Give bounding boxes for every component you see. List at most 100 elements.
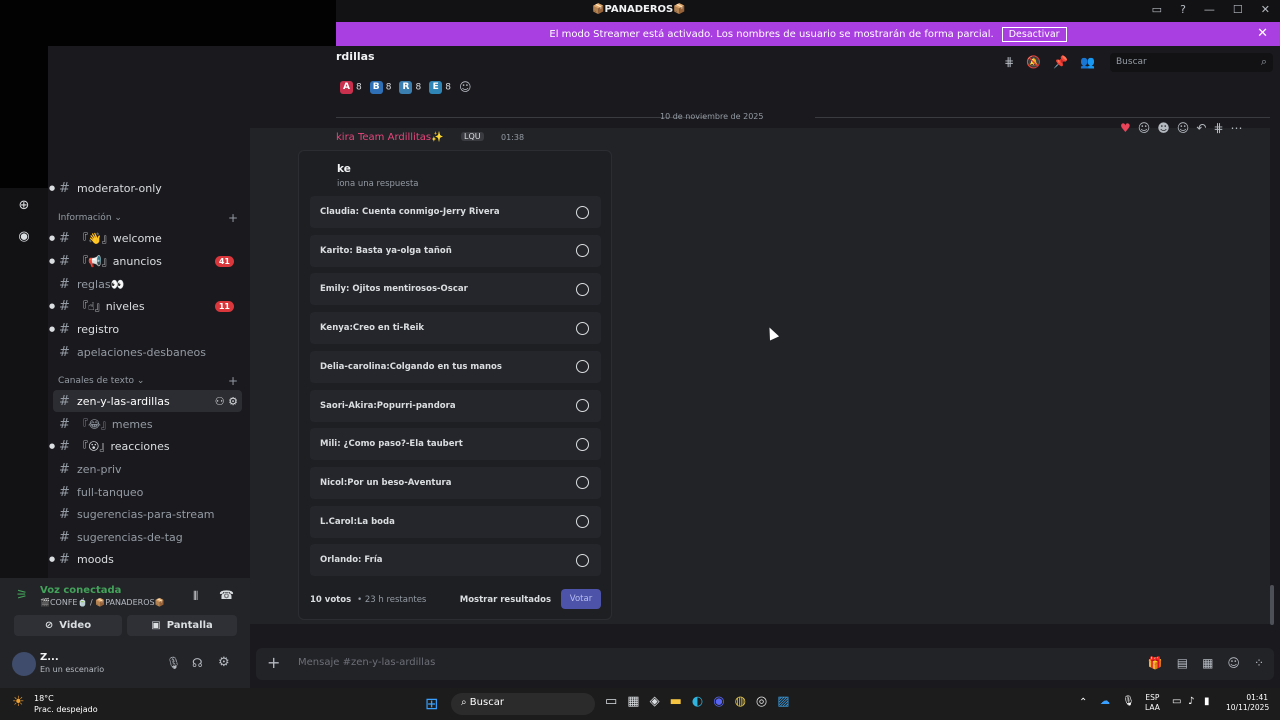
app-icon[interactable]: ▨ [777,694,789,709]
voice-channel[interactable]: 🎬CONFE🍵 / 📦PANADEROS📦 [40,598,165,607]
category-informacion[interactable]: Información ⌄ [58,213,122,223]
battery-icon[interactable]: ▮ [1204,696,1210,707]
poll-option[interactable]: Delia-carolina:Colgando en tus manos [310,350,601,383]
scrollbar[interactable] [1270,585,1274,625]
more-icon[interactable]: ⋯ [1230,121,1242,135]
poll-option[interactable]: Saori-Akira:Popurri-pandora [310,389,601,422]
threads-icon[interactable]: ⋕ [1004,55,1014,69]
emoji-reaction-icon[interactable]: ☺ [1138,121,1151,135]
deactivate-button[interactable]: Desactivar [1001,26,1067,42]
member-list-icon[interactable]: 👥 [1080,55,1095,69]
disconnect-icon[interactable]: ☎ [219,588,234,602]
heart-reaction-icon[interactable]: ♥ [1120,121,1131,135]
file-explorer-icon[interactable]: ▬ [670,694,682,709]
role-count[interactable]: E8 [429,80,451,94]
add-channel-icon[interactable]: + [228,374,238,388]
channel-item[interactable]: # zen-y-las-ardillas ⚇ ⚙ [53,390,242,412]
category-canales-de-texto[interactable]: Canales de texto ⌄ [58,376,144,386]
invite-icon[interactable]: ⚇ [215,395,225,408]
sticker-icon[interactable]: ▦ [1202,656,1213,670]
network-icon[interactable]: ▭ [1172,696,1181,707]
gift-icon[interactable]: 🎁 [1148,656,1163,670]
channel-item[interactable]: # zen-priv [53,458,242,480]
message-author[interactable]: kira Team Ardillitas✨ [336,132,444,143]
channel-item[interactable]: # full-tanqueo [53,481,242,503]
role-count[interactable]: R8 [399,80,421,94]
add-reaction-icon[interactable]: ☺ [1177,121,1190,135]
discord-icon[interactable]: ◉ [713,694,724,709]
poll-option[interactable]: Orlando: Fría [310,544,601,577]
weather-icon[interactable]: ☀ [12,694,25,710]
copilot-icon[interactable]: ◈ [650,694,660,709]
mic-icon[interactable]: 🎙 [1122,696,1135,707]
help-icon[interactable]: ? [1180,3,1186,16]
voice-status[interactable]: Voz conectada [40,585,121,596]
taskbar-search[interactable]: ⌕ Buscar [451,693,595,715]
add-reaction-icon[interactable]: ☺ [459,80,472,94]
gear-icon[interactable]: ⚙ [228,395,238,408]
channel-item[interactable]: ● # 『😮』reacciones [49,435,242,457]
soundboard-icon[interactable]: ⦀ [193,589,198,604]
close-window-button[interactable]: ✕ [1261,3,1270,16]
vote-button[interactable]: Votar [561,589,601,609]
onedrive-icon[interactable]: ☁ [1100,696,1110,707]
poll-option[interactable]: Kenya:Creo en ti-Reik [310,312,601,345]
channel-item[interactable]: ● # 『☝』niveles 11 [49,295,242,317]
maximize-button[interactable]: ☐ [1233,3,1243,16]
role-count[interactable]: A8 [340,80,362,94]
poll-option[interactable]: Claudia: Cuenta conmigo-Jerry Rivera [310,196,601,228]
clock[interactable]: 01:41 10/11/2025 [1226,693,1269,713]
minimize-button[interactable]: — [1204,3,1215,16]
radio-button[interactable] [576,399,589,412]
radio-button[interactable] [576,205,589,219]
radio-button[interactable] [576,321,589,335]
discover-icon[interactable]: ◉ [15,227,33,245]
channel-item[interactable]: # apelaciones-desbaneos [53,341,242,363]
role-count[interactable]: B8 [369,80,391,94]
poll-option[interactable]: Nicol:Por un beso-Aventura [310,466,601,499]
microphone-icon[interactable]: 🎙 [166,656,181,670]
radio-button[interactable] [576,476,589,490]
edge-icon[interactable]: ◐ [692,694,703,709]
radio-button[interactable] [576,360,589,374]
close-icon[interactable]: ✕ [1257,26,1268,41]
channel-item[interactable]: # sugerencias-de-tag [53,526,242,548]
start-windows-icon[interactable]: ⊞ [425,694,438,713]
inbox-icon[interactable]: ▭ [1152,3,1162,16]
attach-plus-icon[interactable]: + [267,653,280,672]
language-indicator[interactable]: ESP LAA [1145,693,1160,713]
channel-item[interactable]: # reglas👀 [53,273,242,295]
search-input[interactable]: Buscar ⌕ [1110,53,1273,72]
channel-item[interactable]: ● # registro [49,318,242,340]
video-button[interactable]: ⊘ Video [14,615,122,636]
radio-button[interactable] [576,437,589,451]
reply-icon[interactable]: ↶ [1196,121,1206,135]
notifications-off-icon[interactable]: 🔕 [1026,55,1041,69]
add-server-icon[interactable]: ⊕ [15,196,33,214]
radio-button[interactable] [576,553,589,567]
channel-item[interactable]: # sugerencias-para-stream [53,503,242,525]
message-composer[interactable]: + Mensaje #zen-y-las-ardillas 🎁 ▤ ▦ ☺ ⁘ [256,648,1274,680]
show-results-button[interactable]: Mostrar resultados [460,595,551,605]
channel-item[interactable]: ● # 『👋』welcome [49,227,242,249]
radio-button[interactable] [576,244,589,258]
radio-button[interactable] [576,515,589,529]
screen-share-button[interactable]: ▣ Pantalla [127,615,237,636]
poll-option[interactable]: L.Carol:La boda [310,505,601,538]
gif-icon[interactable]: ▤ [1177,656,1188,670]
channel-item[interactable]: ● # moods [49,548,242,570]
add-channel-icon[interactable]: + [228,211,238,225]
emoji-icon[interactable]: ☺ [1227,656,1240,670]
task-view-icon[interactable]: ▭ [605,694,617,709]
poll-option[interactable]: Emily: Ojitos mentirosos-Oscar [310,273,601,306]
app-icon[interactable]: ◍ [735,694,746,709]
app-icon[interactable]: ◎ [756,694,767,709]
laugh-reaction-icon[interactable]: ☻ [1157,121,1170,135]
avatar[interactable] [12,652,36,676]
poll-option[interactable]: Mili: ¿Como paso?-Ela taubert [310,428,601,461]
chevron-up-icon[interactable]: ⌃ [1079,697,1087,708]
channel-item[interactable]: ● # 『📢』anuncios 41 [49,250,242,272]
store-icon[interactable]: ▦ [627,694,639,709]
settings-gear-icon[interactable]: ⚙ [218,655,230,670]
radio-button[interactable] [576,282,589,296]
